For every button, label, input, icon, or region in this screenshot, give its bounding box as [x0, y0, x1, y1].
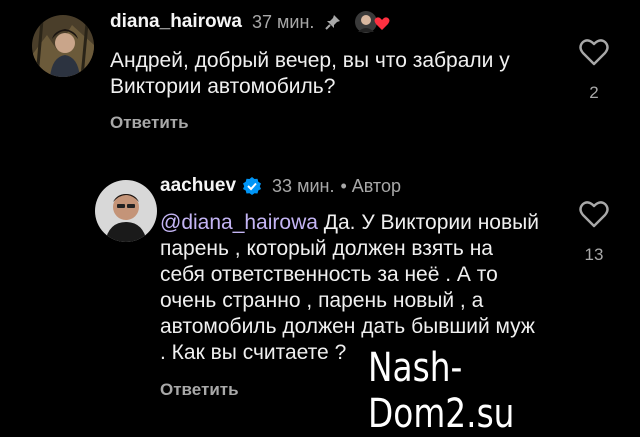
timestamp: 33 мин.: [272, 175, 335, 196]
username[interactable]: aachuev: [160, 175, 236, 197]
verified-badge-icon: [242, 176, 262, 196]
watermark: Nash-Dom2.su: [368, 345, 515, 437]
mention-link[interactable]: @diana_hairowa: [160, 211, 318, 234]
like-control[interactable]: 13: [574, 200, 614, 265]
like-count: 13: [584, 245, 604, 264]
heart-outline-icon[interactable]: [579, 200, 609, 233]
comment-text: @diana_hairowa Да. У Виктории новый паре…: [160, 210, 540, 366]
reply-button[interactable]: Ответить: [160, 380, 239, 400]
author-tag: • Автор: [340, 175, 401, 196]
comment-header: aachuev 33 мин. • Автор: [160, 175, 401, 197]
avatar[interactable]: [95, 180, 157, 242]
